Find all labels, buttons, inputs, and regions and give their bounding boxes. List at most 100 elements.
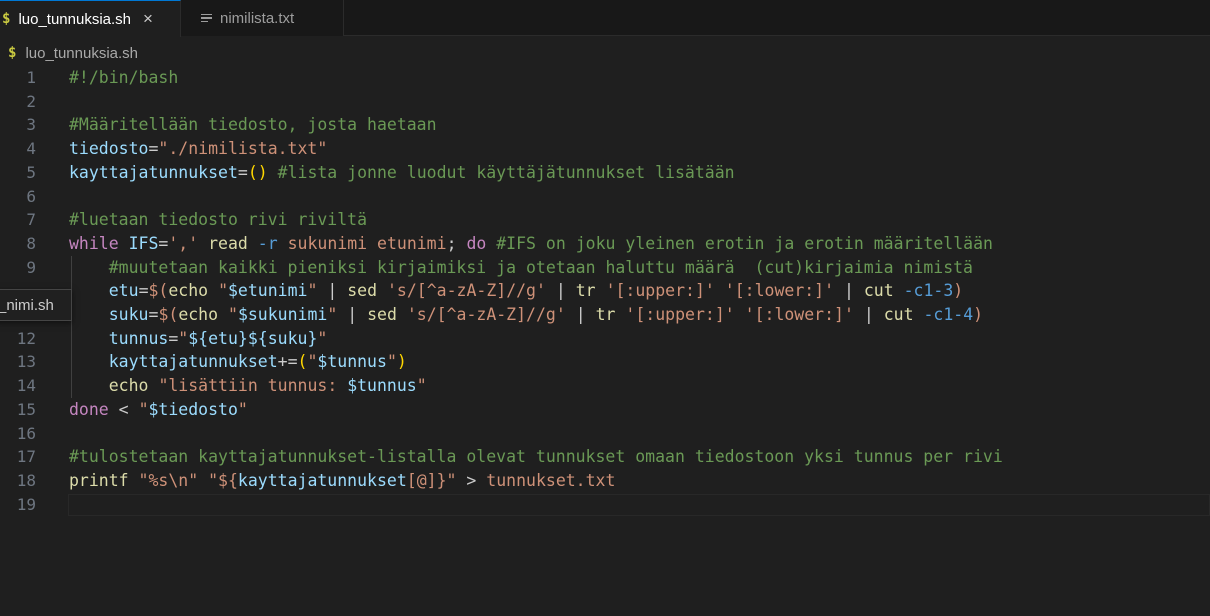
code-line[interactable]: 14 echo "lisättiin tunnus: $tunnus" xyxy=(0,374,1210,398)
code-token: '[:lower:]' xyxy=(744,305,854,324)
code-token: " xyxy=(178,328,189,348)
code-token: done xyxy=(69,399,109,419)
code-line[interactable]: 13 kayttajatunnukset+=("$tunnus") xyxy=(0,350,1210,374)
line-number: 17 xyxy=(16,447,36,467)
code-token: #Määritellään tiedosto, josta haetaan xyxy=(69,115,437,135)
code-line[interactable]: 17 #tulostetaan kayttajatunnukset-listall… xyxy=(0,445,1210,469)
breadcrumb-file[interactable]: luo_tunnuksia.sh xyxy=(25,45,138,62)
code-token: 's/[^a-zA-Z]//g' xyxy=(406,305,566,324)
code-token: " xyxy=(237,399,248,419)
tooltip-text: _nimi.sh xyxy=(0,296,54,314)
code-token: " xyxy=(138,399,149,419)
code-line[interactable]: 5 kayttajatunnukset=() #lista jonne luodu… xyxy=(0,161,1210,185)
current-line-highlight xyxy=(68,493,1210,516)
line-number: 2 xyxy=(26,91,36,111)
code-token: printf xyxy=(69,470,129,490)
code-token: " xyxy=(317,328,328,348)
line-number: 12 xyxy=(16,328,36,348)
code-line[interactable]: 19 xyxy=(0,493,1210,517)
code-token: " xyxy=(228,305,238,324)
tab-nimilista[interactable]: nimilista.txt xyxy=(181,0,344,36)
code-editor[interactable]: 1 #!/bin/bash 2 3 #Määritellään tiedosto, jo… xyxy=(0,66,1210,616)
code-token: #IFS on joku yleinen erotin ja erotin mä… xyxy=(496,233,993,253)
code-line[interactable]: etu=$(echo "$etunimi" | sed 's/[^a-zA-Z]… xyxy=(0,279,1210,303)
code-line[interactable]: 2 xyxy=(0,90,1210,114)
line-number: 3 xyxy=(26,115,36,135)
code-token: "%s\n" xyxy=(138,470,199,490)
code-line[interactable]: 18 printf "%s\n" "${kayttajatunnukset[@]}… xyxy=(0,469,1210,493)
code-line[interactable]: 6 xyxy=(0,185,1210,209)
code-token: = xyxy=(168,328,179,348)
code-token: '[:upper:]' xyxy=(605,281,715,301)
code-token: " xyxy=(307,281,318,301)
code-token: kayttajatunnukset xyxy=(237,470,407,490)
code-line[interactable]: 8 while IFS=',' read -r sukunimi etunimi;… xyxy=(0,232,1210,256)
code-token: ) xyxy=(953,281,964,301)
line-number: 14 xyxy=(16,376,36,396)
code-line[interactable]: 9 #muutetaan kaikki pieniksi kirjaimiksi… xyxy=(0,256,1210,280)
code-token: ${etu}${suku} xyxy=(188,328,318,348)
line-number: 9 xyxy=(26,257,36,277)
code-token: $( xyxy=(148,281,169,301)
code-token: $etunimi xyxy=(228,281,308,301)
tab-luo-tunnuksia[interactable]: $ luo_tunnuksia.sh × xyxy=(0,0,181,37)
code-token: echo xyxy=(168,281,209,301)
code-line[interactable]: 4 tiedosto="./nimilista.txt" xyxy=(0,137,1210,161)
code-token: | xyxy=(853,305,884,324)
code-line[interactable]: 16 xyxy=(0,422,1210,446)
tab-label: nimilista.txt xyxy=(220,9,295,27)
code-token: -r xyxy=(257,233,278,253)
code-token: suku xyxy=(108,305,149,324)
code-line[interactable]: 7 #luetaan tiedosto rivi riviltä xyxy=(0,208,1210,232)
code-token: sed xyxy=(347,281,378,301)
code-token: -c1-4 xyxy=(923,305,974,324)
breadcrumb[interactable]: $ luo_tunnuksia.sh xyxy=(0,40,1210,66)
code-token: $sukunimi xyxy=(237,305,328,324)
code-token: echo xyxy=(178,305,219,324)
code-line[interactable]: 12 tunnus="${etu}${suku}" xyxy=(0,327,1210,351)
code-token: do xyxy=(466,233,487,253)
code-line[interactable]: 1 #!/bin/bash xyxy=(0,66,1210,90)
code-text: #luetaan tiedosto rivi riviltä xyxy=(69,208,367,232)
code-line[interactable]: suku=$(echo "$sukunimi" | sed 's/[^a-zA-… xyxy=(0,303,1210,327)
code-token: ; xyxy=(446,233,467,253)
code-text: #muutetaan kaikki pieniksi kirjaimiksi j… xyxy=(69,256,973,280)
code-token: #lista jonne luodut käyttäjätunnukset li… xyxy=(277,162,735,182)
code-token: | xyxy=(317,281,348,301)
code-text: #Määritellään tiedosto, josta haetaan xyxy=(69,113,437,137)
code-token: () xyxy=(247,162,268,182)
close-icon[interactable]: × xyxy=(143,9,153,29)
code-token: 's/[^a-zA-Z]//g' xyxy=(386,281,546,301)
code-line[interactable]: 15 done < "$tiedosto" xyxy=(0,398,1210,422)
code-line[interactable]: 3 #Määritellään tiedosto, josta haetaan xyxy=(0,113,1210,137)
code-text: tunnus="${etu}${suku}" xyxy=(69,327,328,351)
code-token: > xyxy=(456,470,487,490)
code-token: #luetaan tiedosto rivi riviltä xyxy=(69,210,368,230)
code-token: $tunnus xyxy=(347,376,417,396)
shell-file-icon: $ xyxy=(8,45,17,61)
code-token: tr xyxy=(595,305,616,324)
code-text: #!/bin/bash xyxy=(69,66,178,90)
line-number: 15 xyxy=(16,399,36,419)
code-token: " xyxy=(416,376,427,396)
code-token: cut xyxy=(883,305,914,324)
code-token: #tulostetaan kayttajatunnukset-listalla … xyxy=(69,447,1003,467)
code-token: IFS xyxy=(128,233,159,253)
code-token: #!/bin/bash xyxy=(69,68,179,87)
code-token: "${ xyxy=(208,470,238,490)
code-text: printf "%s\n" "${kayttajatunnukset[@]}" … xyxy=(69,469,615,493)
code-text: suku=$(echo "$sukunimi" | sed 's/[^a-zA-… xyxy=(69,303,983,327)
code-token: $tunnus xyxy=(317,352,387,372)
code-token: " xyxy=(218,281,228,301)
code-token: $tiedosto xyxy=(148,399,238,419)
